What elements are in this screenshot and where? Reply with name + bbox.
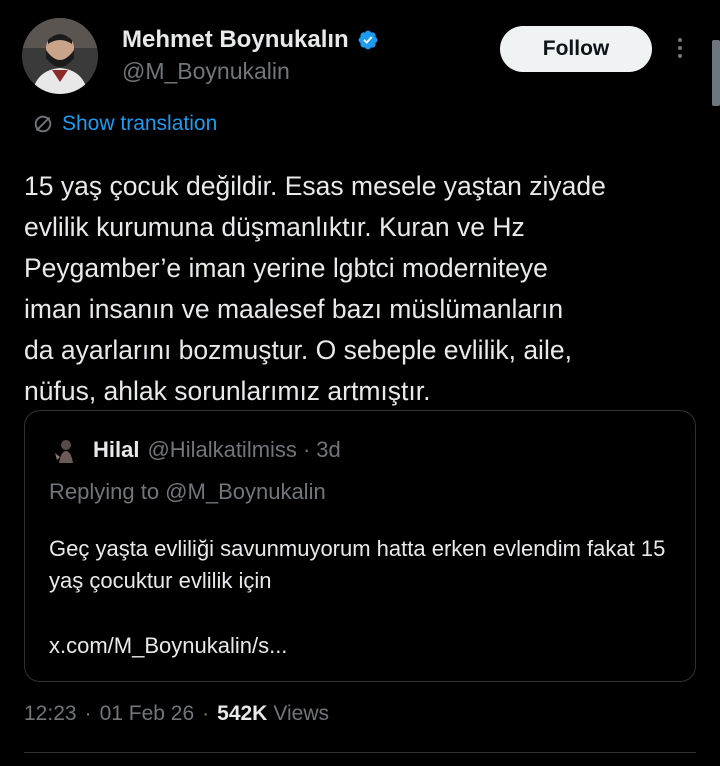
verified-badge-icon [358, 30, 378, 50]
quote-link[interactable]: x.com/M_Boynukalin/s... [49, 633, 287, 659]
tweet-meta: 12:23 · 01 Feb 26 · 542K Views [24, 702, 329, 726]
quote-author-handle[interactable]: @Hilalkatilmiss [147, 437, 296, 463]
translate-icon [34, 115, 52, 133]
meta-separator: · [84, 702, 92, 725]
quoted-tweet[interactable]: Hilal @Hilalkatilmiss · 3d Replying to @… [24, 410, 696, 682]
replying-to: Replying to @M_Boynukalin [49, 479, 326, 504]
scrollbar[interactable] [712, 40, 720, 106]
quote-author-avatar [49, 433, 83, 467]
author-handle[interactable]: @M_Boynukalin [122, 58, 290, 85]
quote-time: 3d [316, 437, 341, 462]
author-name[interactable]: Mehmet Boynukalın [122, 26, 349, 54]
tweet-date[interactable]: 01 Feb 26 [100, 702, 195, 726]
follow-button[interactable]: Follow [500, 26, 652, 72]
quote-text: Geç yaşta evliliği savunmuyorum hatta er… [49, 536, 666, 593]
author-name-row: Mehmet Boynukalın [122, 26, 379, 54]
author-avatar[interactable] [22, 18, 98, 94]
show-translation-link[interactable]: Show translation [32, 112, 217, 136]
meta-separator: · [202, 702, 210, 725]
show-translation-label: Show translation [62, 112, 218, 135]
quote-header: Hilal @Hilalkatilmiss · 3d [93, 437, 341, 463]
divider [24, 752, 696, 753]
quote-separator: · [302, 437, 311, 462]
views-label: Views [273, 702, 329, 725]
tweet-time[interactable]: 12:23 [24, 702, 77, 726]
tweet-header: Mehmet Boynukalın @M_Boynukalin Follow [22, 18, 712, 98]
tweet-text: 15 yaş çocuk değildir. Esas mesele yaşta… [24, 171, 606, 406]
views-count: 542K [217, 702, 268, 725]
more-options-icon[interactable] [674, 38, 686, 64]
quote-author-name[interactable]: Hilal [93, 437, 139, 463]
